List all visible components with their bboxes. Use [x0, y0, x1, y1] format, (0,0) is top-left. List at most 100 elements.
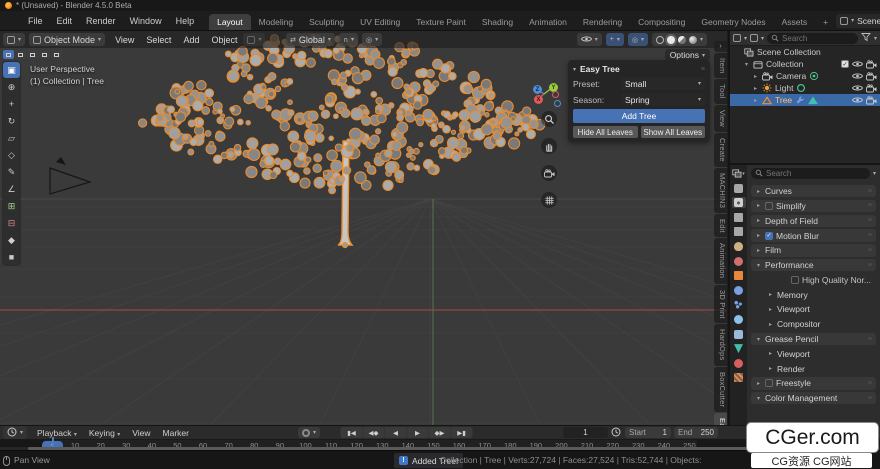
disable-in-render-icon[interactable] [866, 72, 877, 81]
viewport-menu-add[interactable]: Add [177, 35, 205, 45]
sidebar-tab-easy-tree[interactable]: Easy Tree [714, 413, 727, 425]
gizmo-axis-z[interactable]: Z [533, 85, 542, 94]
expander-icon[interactable]: ▸ [755, 202, 762, 209]
zoom-button[interactable] [541, 111, 557, 127]
preset-select[interactable]: Small ▾ [621, 77, 705, 90]
sidebar-tab-animation[interactable]: Animation [714, 238, 727, 283]
sidebar-tab-machin3[interactable]: MACHIN3 [714, 168, 727, 213]
pan-button[interactable] [541, 138, 557, 154]
blender-app-menu-icon[interactable] [6, 15, 17, 26]
gizmo-axis-negative[interactable] [552, 91, 559, 98]
play-reverse-button[interactable]: ◀ [385, 427, 406, 438]
properties-search[interactable] [751, 168, 870, 179]
checkbox-freestyle[interactable] [765, 379, 773, 387]
edit-tool-tool-button[interactable]: ■ [3, 249, 20, 265]
sidebar-tab-create[interactable]: Create [714, 133, 727, 167]
properties-tab-view-layer[interactable] [732, 226, 746, 237]
sidebar-tab-boxcutter[interactable]: BoxCutter [714, 367, 727, 412]
add-primitive-tool-button[interactable]: ⊞ [3, 198, 20, 214]
panel-freestyle[interactable]: ▸Freestyle≡ [751, 377, 876, 389]
move-tool-button[interactable]: + [3, 96, 20, 112]
preview-range-button[interactable] [611, 427, 621, 438]
workspace-tab-compositing[interactable]: Compositing [630, 14, 693, 30]
workspace-tab-texture-paint[interactable]: Texture Paint [408, 14, 474, 30]
timeline-menu-marker[interactable]: Marker [157, 428, 195, 438]
timeline-menu-playback[interactable]: Playback ▾ [31, 428, 83, 438]
workspace-tab-modeling[interactable]: Modeling [251, 14, 302, 30]
snapping-dropdown[interactable]: ∪ ▾ [339, 33, 358, 46]
workspace-tab-animation[interactable]: Animation [521, 14, 575, 30]
expander-icon[interactable]: ▸ [767, 306, 774, 313]
panel-simplify[interactable]: ▸Simplify≡ [751, 200, 876, 212]
properties-tab-data[interactable] [732, 343, 746, 354]
properties-tab-modifiers[interactable] [732, 285, 746, 296]
expander-icon[interactable]: ▸ [755, 188, 762, 195]
properties-tab-object[interactable] [732, 270, 746, 281]
workspace-tab-shading[interactable]: Shading [474, 14, 521, 30]
outliner-row-scene-collection[interactable]: Scene Collection [730, 46, 880, 58]
menu-file[interactable]: File [21, 16, 50, 26]
expander-icon[interactable]: ▸ [755, 247, 762, 254]
material-preview-shading-button[interactable] [678, 36, 686, 44]
next-keyframe-button[interactable]: ◆▶ [429, 427, 450, 438]
workspace-tab-sculpting[interactable]: Sculpting [301, 14, 352, 30]
active-tool-fallback-dropdown[interactable]: ▾ [243, 33, 265, 46]
menu-help[interactable]: Help [169, 16, 202, 26]
hide-in-viewport-icon[interactable] [852, 96, 863, 104]
sidebar-tab-3d-print[interactable]: 3D Print [714, 285, 727, 324]
hide-all-leaves-button[interactable]: Hide All Leaves [573, 126, 638, 138]
expander-icon[interactable]: ▸ [767, 350, 774, 357]
frame-start-field[interactable]: Start 1 [625, 427, 671, 438]
panel-drag-handle[interactable]: ≡ [701, 66, 705, 73]
select-mode-set-button[interactable] [3, 50, 14, 59]
rendered-shading-button[interactable] [689, 36, 697, 44]
editor-type-selector[interactable]: ▾ [3, 33, 25, 46]
menu-window[interactable]: Window [123, 16, 169, 26]
timeline-editor-selector[interactable]: ▾ [3, 426, 27, 439]
sidebar-tab-item[interactable]: Item [714, 53, 727, 78]
expander-icon[interactable]: ▾ [755, 262, 762, 269]
transform-orientation-dropdown[interactable]: ⇄ Global ▾ [286, 33, 335, 46]
rotate-tool-button[interactable]: ↻ [3, 113, 20, 129]
panel-depth-of-field[interactable]: ▸Depth of Field≡ [751, 215, 876, 227]
panel-color-management[interactable]: ▾Color Management≡ [751, 392, 876, 404]
panel-render[interactable]: ▸Render [751, 362, 876, 374]
sidebar-collapse-button[interactable]: › [714, 41, 727, 52]
properties-tab-output[interactable] [732, 212, 746, 223]
show-all-leaves-button[interactable]: Show All Leaves [641, 126, 706, 138]
checkbox-simplify[interactable] [765, 202, 773, 210]
workspace-tab-uv-editing[interactable]: UV Editing [352, 14, 408, 30]
frame-end-field[interactable]: End 250 [674, 427, 718, 438]
expander-icon[interactable]: ▾ [743, 61, 750, 68]
properties-tab-scene[interactable] [732, 241, 746, 252]
jump-to-end-button[interactable]: ▶▮ [451, 427, 472, 438]
checkbox-motion-blur[interactable]: ✓ [765, 232, 773, 240]
hide-in-viewport-icon[interactable] [852, 72, 863, 80]
disable-in-render-icon[interactable] [866, 96, 877, 105]
timeline-menu-view[interactable]: View [126, 428, 156, 438]
expander-icon[interactable]: ▸ [752, 73, 759, 80]
outliner-row-collection[interactable]: ▾Collection✓ [730, 58, 880, 70]
panel-viewport[interactable]: ▸Viewport [751, 303, 876, 315]
overlays-dropdown[interactable]: ◎ ▾ [628, 33, 648, 46]
properties-tab-physics[interactable] [732, 314, 746, 325]
select-box-tool-button[interactable]: ▣ [3, 62, 20, 78]
outliner-editor-icon[interactable] [733, 34, 741, 42]
camera-view-button[interactable] [541, 165, 557, 181]
sidebar-tab-view[interactable]: View [714, 105, 727, 132]
select-mode-subtract-button[interactable] [27, 50, 38, 59]
gizmo-axis-x[interactable]: X [534, 95, 543, 104]
sidebar-tab-tool[interactable]: Tool [714, 79, 727, 104]
panel-grease-pencil[interactable]: ▾Grease Pencil≡ [751, 333, 876, 345]
expander-icon[interactable]: ▸ [767, 365, 774, 372]
expander-icon[interactable]: ▸ [755, 380, 762, 387]
measure-tool-button[interactable]: ∠ [3, 181, 20, 197]
outliner-display-mode-icon[interactable] [750, 34, 758, 42]
previous-keyframe-button[interactable]: ◀◆ [363, 427, 384, 438]
expander-icon[interactable]: ▸ [752, 85, 759, 92]
cursor-tool-button[interactable]: ⊕ [3, 79, 20, 95]
proportional-editing-dropdown[interactable]: ◎ ▾ [362, 33, 382, 46]
workspace-tab-rendering[interactable]: Rendering [575, 14, 630, 30]
transform-tool-button[interactable]: ◇ [3, 147, 20, 163]
navigation-gizmo[interactable]: XYZ [530, 75, 564, 109]
